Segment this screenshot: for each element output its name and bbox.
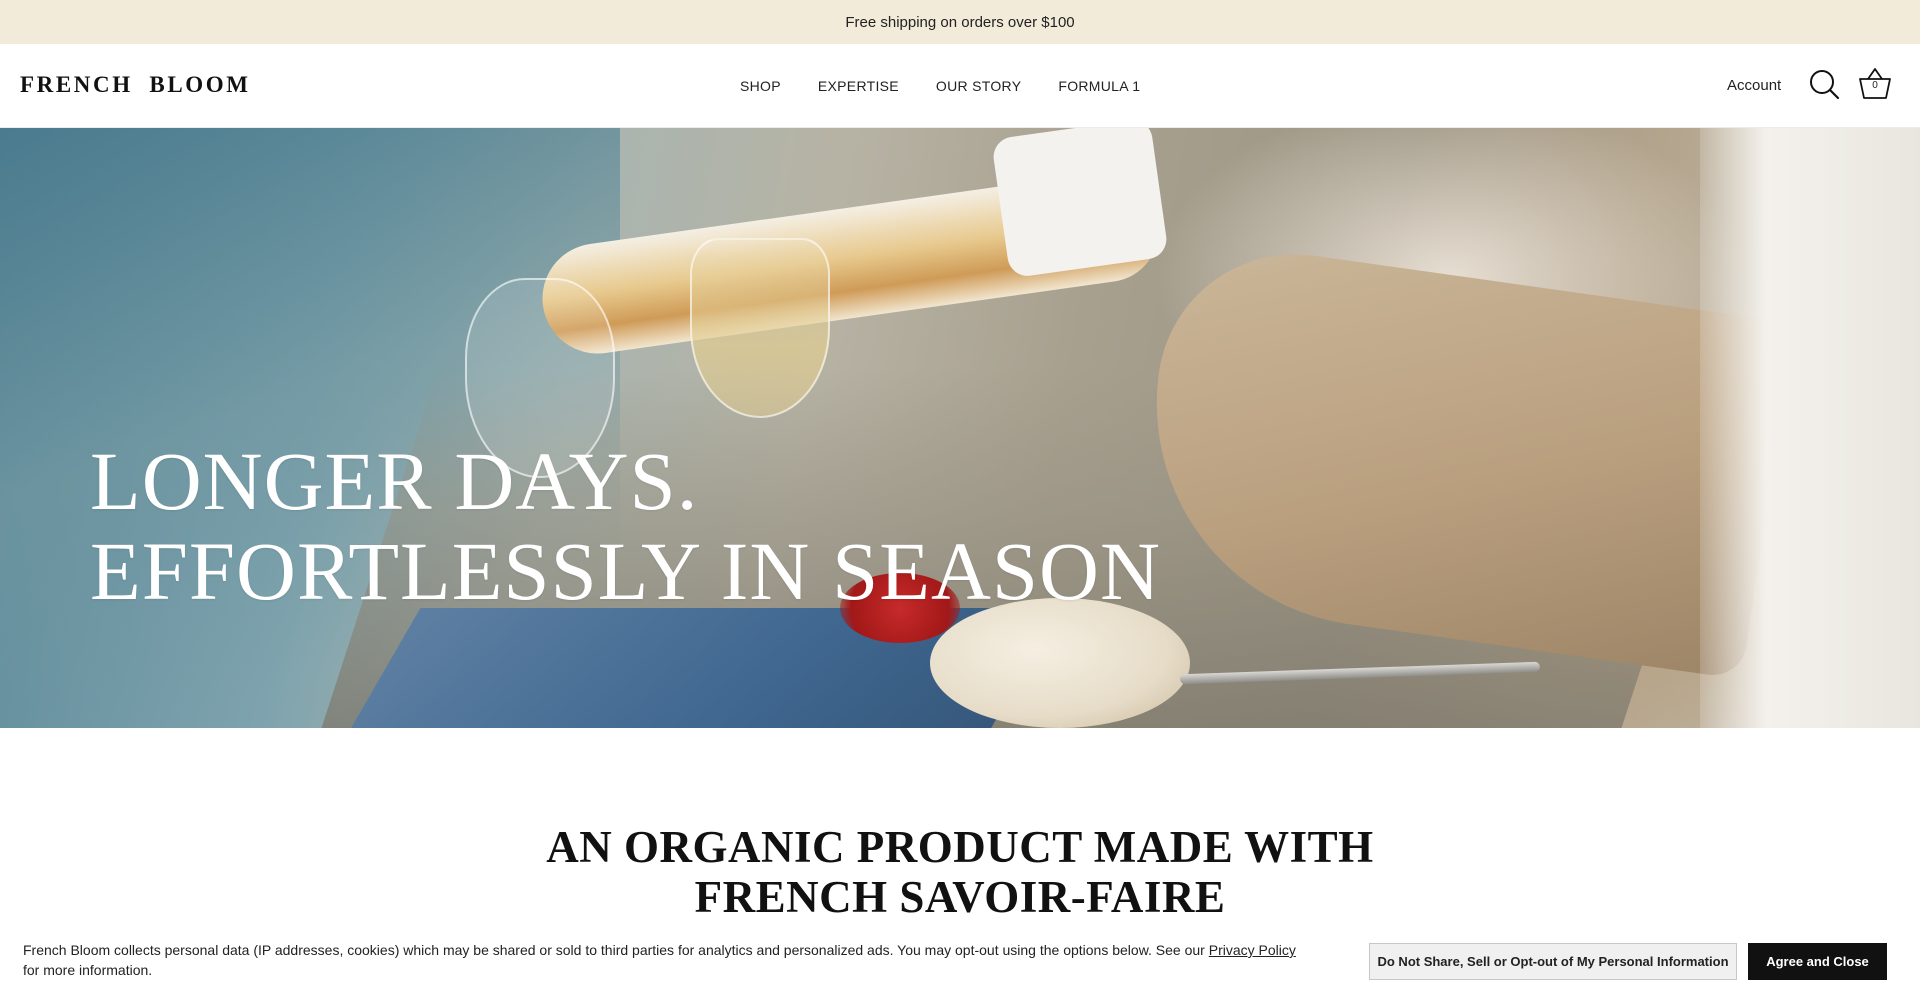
search-icon[interactable] — [1808, 68, 1840, 100]
hero-image-glass — [690, 238, 830, 418]
hero-title: LONGER DAYS. EFFORTLESSLY IN SEASON — [90, 436, 1161, 616]
main-nav: SHOP EXPERTISE OUR STORY FORMULA 1 — [740, 78, 1177, 94]
basket-icon[interactable]: 0 — [1857, 66, 1893, 102]
hero-image-bottle-label — [991, 128, 1169, 279]
site-header: FRENCH BLOOM SHOP EXPERTISE OUR STORY FO… — [0, 44, 1920, 128]
nav-item-formula-1[interactable]: FORMULA 1 — [1058, 78, 1140, 94]
agree-and-close-button[interactable]: Agree and Close — [1748, 943, 1887, 980]
privacy-policy-link[interactable]: Privacy Policy — [1209, 942, 1296, 958]
cookie-text: French Bloom collects personal data (IP … — [23, 940, 1353, 980]
announcement-text: Free shipping on orders over $100 — [845, 13, 1075, 31]
nav-item-shop[interactable]: SHOP — [740, 78, 781, 94]
logo[interactable]: FRENCH BLOOM — [20, 72, 251, 98]
cookie-banner: French Bloom collects personal data (IP … — [0, 927, 1920, 993]
nav-item-expertise[interactable]: EXPERTISE — [818, 78, 899, 94]
announcement-bar: Free shipping on orders over $100 — [0, 0, 1920, 44]
hero-title-line-2: EFFORTLESSLY IN SEASON — [90, 525, 1161, 617]
hero-banner[interactable]: LONGER DAYS. EFFORTLESSLY IN SEASON — [0, 128, 1920, 728]
account-link[interactable]: Account — [1727, 77, 1781, 94]
hero-image-sleeve — [1700, 128, 1920, 728]
section-title: AN ORGANIC PRODUCT MADE WITH FRENCH SAVO… — [0, 822, 1920, 922]
hero-title-line-1: LONGER DAYS. — [90, 435, 699, 527]
section-title-line-1: AN ORGANIC PRODUCT MADE WITH — [546, 822, 1374, 872]
hero-image-cheese — [930, 598, 1190, 728]
cookie-text-main: French Bloom collects personal data (IP … — [23, 942, 1209, 958]
cart-count: 0 — [1872, 80, 1878, 91]
opt-out-button[interactable]: Do Not Share, Sell or Opt-out of My Pers… — [1369, 943, 1737, 980]
cookie-text-end: for more information. — [23, 962, 153, 978]
section-title-line-2: FRENCH SAVOIR-FAIRE — [694, 872, 1226, 922]
nav-item-our-story[interactable]: OUR STORY — [936, 78, 1021, 94]
